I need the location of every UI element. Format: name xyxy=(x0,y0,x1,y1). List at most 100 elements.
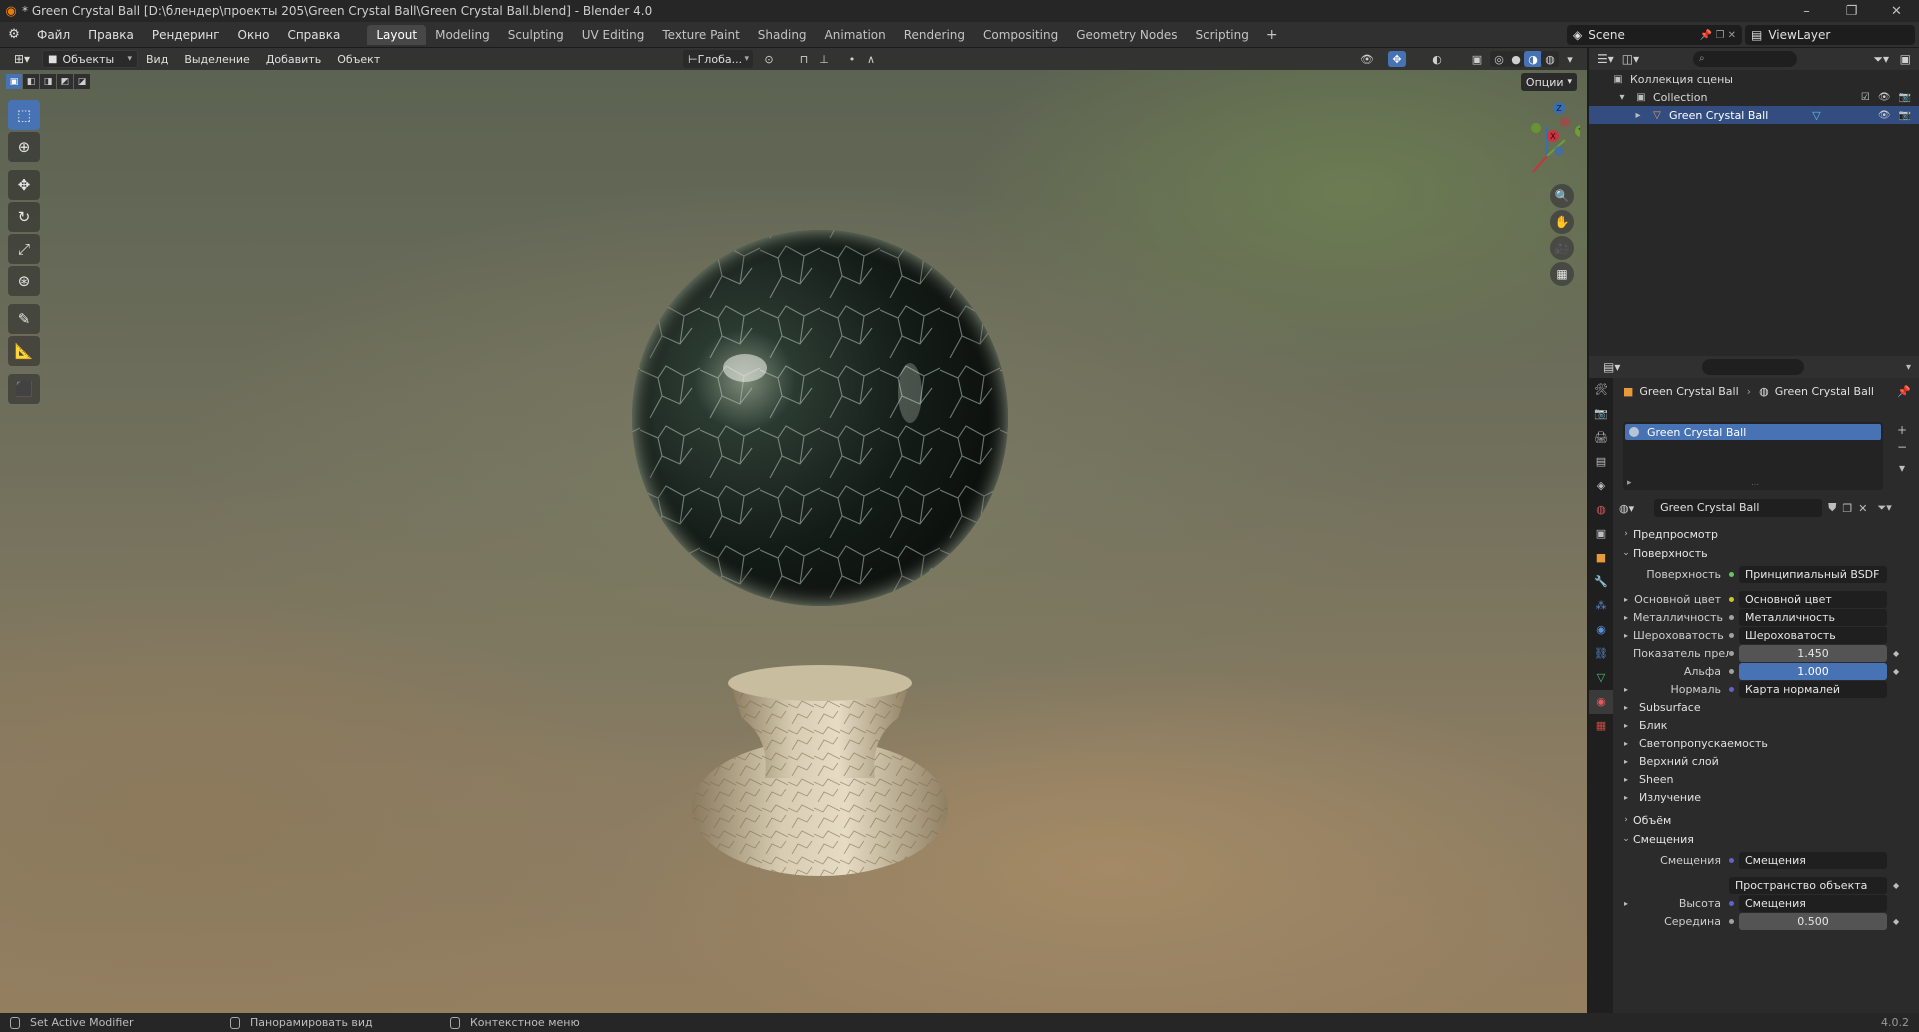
camera-view-icon[interactable]: 🎥 xyxy=(1550,236,1574,260)
expand-arrow-icon[interactable]: ▸ xyxy=(1619,899,1633,908)
duplicate-material-icon[interactable]: ❐ xyxy=(1842,502,1852,515)
constraints-tab-icon[interactable]: ⛓ xyxy=(1589,642,1613,666)
tab-rendering[interactable]: Rendering xyxy=(895,25,974,45)
chevron-down-icon[interactable]: ▾ xyxy=(1906,362,1911,373)
properties-search-input[interactable] xyxy=(1702,359,1804,375)
expand-arrow-icon[interactable]: ▸ xyxy=(1619,703,1633,712)
render-tab-icon[interactable]: 📷 xyxy=(1589,402,1613,426)
material-tab-icon[interactable]: ◉ xyxy=(1589,690,1613,714)
scene-selector[interactable]: ◈ Scene 📌 ❐ ✕ xyxy=(1567,25,1742,45)
tool-tab-icon[interactable]: 🛠 xyxy=(1589,378,1613,402)
bsdf-subpanel-row[interactable]: ▸ Светопропускаемость xyxy=(1619,734,1915,752)
surface-row-number-field[interactable]: 1.000 xyxy=(1739,662,1887,680)
expand-arrow-icon[interactable]: ▸ xyxy=(1619,793,1633,802)
pin-icon[interactable]: 📌 xyxy=(1897,385,1911,398)
measure-tool-icon[interactable]: 📐 xyxy=(8,336,40,366)
3d-viewport[interactable]: ⊞▾ ■ Объекты ▾ Вид Выделение Добавить Об… xyxy=(0,48,1587,1013)
preview-panel-header[interactable]: › Предпросмотр xyxy=(1619,524,1915,544)
navigation-gizmo[interactable]: Z Y X xyxy=(1500,78,1580,178)
keyframe-dot-icon[interactable]: ◆ xyxy=(1893,881,1899,890)
gizmo-neg-z-axis[interactable] xyxy=(1554,146,1564,156)
outliner-search-input[interactable]: ⌕ xyxy=(1693,51,1797,67)
select-new-icon[interactable]: ▣ xyxy=(6,74,22,89)
visibility-icon[interactable]: 👁 xyxy=(1358,51,1376,67)
solid-shading-icon[interactable]: ● xyxy=(1507,51,1525,67)
collection-tab-icon[interactable]: ▣ xyxy=(1589,522,1613,546)
remove-slot-icon[interactable]: − xyxy=(1895,439,1909,456)
space-dropdown[interactable]: Пространство объекта xyxy=(1729,876,1887,894)
expand-arrow-icon[interactable]: ▸ xyxy=(1619,757,1633,766)
texture-tab-icon[interactable]: ▦ xyxy=(1589,714,1613,738)
eye-icon[interactable]: 👁 xyxy=(1878,92,1891,103)
particles-tab-icon[interactable]: ⁂ xyxy=(1589,594,1613,618)
select-subtract-icon[interactable]: ◨ xyxy=(40,74,56,89)
expand-arrow-icon[interactable]: ▸ xyxy=(1619,739,1633,748)
proportional-edit-icon[interactable]: • xyxy=(843,51,861,67)
browse-material-icon[interactable]: ◍▾ xyxy=(1619,502,1634,515)
expand-arrow-icon[interactable]: ▸ xyxy=(1619,775,1633,784)
expand-arrow-icon[interactable]: ▸ xyxy=(1619,613,1633,622)
physics-tab-icon[interactable]: ◉ xyxy=(1589,618,1613,642)
material-name-field[interactable]: Green Crystal Ball xyxy=(1654,499,1823,517)
material-preview-shading-icon[interactable]: ◑ xyxy=(1524,51,1542,67)
wireframe-shading-icon[interactable]: ◎ xyxy=(1490,51,1508,67)
bsdf-subpanel-row[interactable]: ▸ Subsurface xyxy=(1619,698,1915,716)
data-tab-icon[interactable]: ▽ xyxy=(1589,666,1613,690)
overlays-icon[interactable]: ◐ xyxy=(1428,51,1446,67)
keyframe-dot-icon[interactable]: ◆ xyxy=(1893,917,1899,926)
menu-view[interactable]: Вид xyxy=(138,53,176,66)
snap-icon[interactable]: ⊓ xyxy=(795,51,813,67)
material-slot-list[interactable]: Green Crystal Ball ▸ ⋯ xyxy=(1623,422,1883,490)
menu-add[interactable]: Добавить xyxy=(258,53,329,66)
properties-editor-type-icon[interactable]: ▤▾ xyxy=(1603,360,1620,374)
bsdf-subpanel-row[interactable]: ▸ Sheen xyxy=(1619,770,1915,788)
outliner-scene-collection[interactable]: ▣ Коллекция сцены xyxy=(1589,70,1919,88)
add-workspace-button[interactable]: + xyxy=(1258,27,1286,43)
output-tab-icon[interactable]: 🖨 xyxy=(1589,426,1613,450)
displacement-link-field[interactable]: Смещения xyxy=(1739,851,1887,869)
expand-arrow-icon[interactable]: ▸ xyxy=(1619,721,1633,730)
surface-row-link-field[interactable]: Шероховатость xyxy=(1739,626,1887,644)
scene-tab-icon[interactable]: ◈ xyxy=(1589,474,1613,498)
scale-tool-icon[interactable]: ⤢ xyxy=(8,234,40,264)
crystal-ball-object[interactable] xyxy=(580,178,1060,918)
material-slot-item[interactable]: Green Crystal Ball xyxy=(1625,424,1881,440)
bsdf-subpanel-row[interactable]: ▸ Излучение xyxy=(1619,788,1915,806)
pivot-point-icon[interactable]: ⊙ xyxy=(760,51,778,67)
tab-animation[interactable]: Animation xyxy=(816,25,895,45)
camera-icon[interactable]: 📷 xyxy=(1899,110,1911,121)
select-invert-icon[interactable]: ◩ xyxy=(57,74,73,89)
display-mode-icon[interactable]: ◫▾ xyxy=(1622,52,1639,66)
minimize-button[interactable]: – xyxy=(1784,0,1829,22)
surface-panel-header[interactable]: ⌄ Поверхность xyxy=(1619,543,1915,563)
slot-menu-icon[interactable]: ▾ xyxy=(1895,460,1909,477)
surface-row-number-field[interactable]: 1.450 xyxy=(1739,644,1887,662)
ortho-grid-icon[interactable]: ▦ xyxy=(1550,262,1574,286)
menu-object[interactable]: Объект xyxy=(329,53,388,66)
xray-icon[interactable]: ▣ xyxy=(1468,51,1486,67)
tab-geometry-nodes[interactable]: Geometry Nodes xyxy=(1067,25,1186,45)
transform-tool-icon[interactable]: ⊛ xyxy=(8,266,40,296)
select-box-tool-icon[interactable]: ⬚ xyxy=(8,100,40,130)
tab-sculpting[interactable]: Sculpting xyxy=(499,25,573,45)
camera-icon[interactable]: 📷 xyxy=(1899,92,1911,103)
expand-arrow-icon[interactable]: ▸ xyxy=(1619,631,1633,640)
annotate-tool-icon[interactable]: ✎ xyxy=(8,304,40,334)
expand-list-icon[interactable]: ▸ xyxy=(1627,478,1632,488)
menu-file[interactable]: Файл xyxy=(28,28,79,42)
gizmo-neg-y-axis[interactable] xyxy=(1531,123,1541,133)
surface-row-link-field[interactable]: Принципиальный BSDF xyxy=(1739,565,1887,583)
close-button[interactable]: ✕ xyxy=(1874,0,1919,22)
add-slot-icon[interactable]: + xyxy=(1895,422,1909,439)
modifier-tab-icon[interactable]: 🔧 xyxy=(1589,570,1613,594)
outliner-editor-type-icon[interactable]: ☰▾ xyxy=(1597,52,1614,66)
expand-arrow-icon[interactable]: ▸ xyxy=(1619,595,1633,604)
fake-user-icon[interactable]: ⛊ xyxy=(1828,501,1836,515)
disclosure-down-icon[interactable]: ▾ xyxy=(1615,92,1629,103)
tab-shading[interactable]: Shading xyxy=(749,25,816,45)
tab-compositing[interactable]: Compositing xyxy=(974,25,1067,45)
tab-uv-editing[interactable]: UV Editing xyxy=(573,25,654,45)
zoom-icon[interactable]: 🔍 xyxy=(1550,184,1574,208)
scene-actions-icon[interactable]: 📌 ❐ ✕ xyxy=(1700,30,1736,41)
bsdf-subpanel-row[interactable]: ▸ Блик xyxy=(1619,716,1915,734)
